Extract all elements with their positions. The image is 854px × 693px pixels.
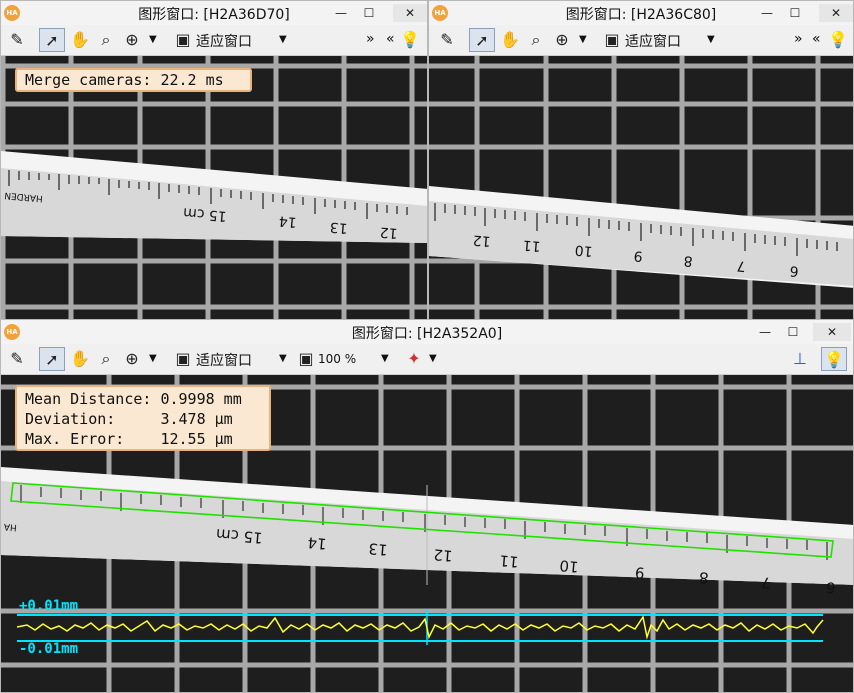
zoom-in-icon[interactable]: ⊕ — [551, 28, 573, 52]
ruler-label: 10 — [574, 241, 593, 258]
chevron-down-icon[interactable]: ▼ — [707, 29, 715, 51]
graphics-window-3: HA 图形窗口: [H2A352A0] — ☐ ✕ ✎ ➚ ✋ ⌕ ⊕ ▼ ▣ … — [0, 319, 854, 693]
pointer-icon[interactable]: ➚ — [39, 347, 65, 371]
window-title: 图形窗口: [H2A352A0] — [351, 326, 503, 342]
chevron-down-icon[interactable]: ▼ — [429, 348, 437, 370]
ruler-label: 7 — [736, 257, 746, 274]
toolbar: ✎ ➚ ✋ ⌕ ⊕ ▼ ▣ 适应窗口 ▼ » « 💡 — [429, 25, 853, 56]
close-button[interactable]: ✕ — [813, 323, 851, 341]
zoom-in-icon[interactable]: ⊕ — [121, 28, 143, 52]
magnifier-icon[interactable]: ⌕ — [95, 28, 117, 52]
more-tools-right[interactable]: » — [366, 31, 375, 47]
ruler-label: 12 — [472, 231, 491, 248]
chevron-down-icon[interactable]: ▼ — [149, 348, 157, 370]
zoom-in-icon[interactable]: ⊕ — [121, 347, 143, 371]
ruler-label: 13 — [329, 218, 348, 235]
mean-distance-row: Mean Distance: 0.9998 mm — [25, 390, 242, 408]
fit-window-icon[interactable]: ▣ — [172, 347, 194, 371]
pointer-icon[interactable]: ➚ — [469, 28, 495, 52]
upper-tolerance-label: +0.01mm — [19, 598, 79, 614]
fit-window-icon[interactable]: ▣ — [172, 28, 194, 52]
zoom-image-icon[interactable]: ▣ — [295, 347, 317, 371]
fit-window-label[interactable]: 适应窗口 — [625, 31, 681, 51]
maximize-button[interactable]: ☐ — [357, 4, 381, 22]
hand-icon[interactable]: ✋ — [499, 28, 521, 52]
ruler-brand: HA — [3, 521, 18, 532]
image-canvas[interactable]: 15 cm 14 13 12 HARDEN Merge cameras: 22.… — [1, 56, 427, 322]
chevron-down-icon[interactable]: ▼ — [149, 29, 157, 51]
minimize-button[interactable]: — — [329, 4, 353, 22]
overlay-line: Merge cameras: 22.2 ms — [25, 71, 224, 89]
ruler-label: 10 — [559, 556, 580, 576]
ruler-label: 8 — [698, 568, 709, 587]
title-bar[interactable]: HA 图形窗口: [H2A352A0] — ☐ ✕ — [1, 320, 853, 344]
chevron-down-icon[interactable]: ▼ — [381, 348, 389, 370]
ruler-label: 11 — [499, 551, 520, 571]
magnifier-icon[interactable]: ⌕ — [525, 28, 547, 52]
hand-icon[interactable]: ✋ — [69, 347, 91, 371]
deviation-curve — [16, 615, 824, 640]
ruler-label: 6 — [789, 262, 799, 279]
ruler-label: 7 — [760, 573, 771, 592]
lower-tolerance-label: -0.01mm — [19, 641, 79, 657]
maximize-button[interactable]: ☐ — [783, 4, 807, 22]
title-bar[interactable]: HA 图形窗口: [H2A36C80] — ☐ ✕ — [429, 1, 853, 25]
ruler-label: 14 — [307, 533, 328, 553]
lightbulb-icon[interactable]: 💡 — [399, 28, 421, 52]
toolbar: ✎ ➚ ✋ ⌕ ⊕ ▼ ▣ 适应窗口 ▼ ▣ 100 % ▼ ✦ ▼ ⊥ 💡 — [1, 344, 853, 375]
minimize-button[interactable]: — — [753, 323, 777, 341]
lightbulb-icon[interactable]: 💡 — [821, 347, 847, 371]
title-bar[interactable]: HA 图形窗口: [H2A36D70] — ☐ ✕ — [1, 1, 427, 25]
coordinate-axes-icon[interactable]: ⊥ — [789, 347, 811, 371]
magnifier-icon[interactable]: ⌕ — [95, 347, 117, 371]
graphics-window-2: HA 图形窗口: [H2A36C80] — ☐ ✕ ✎ ➚ ✋ ⌕ ⊕ ▼ ▣ … — [428, 0, 854, 323]
lightbulb-icon[interactable]: 💡 — [827, 28, 849, 52]
ruler-label: 13 — [368, 539, 389, 559]
ruler-label: 12 — [433, 545, 454, 565]
more-tools-left[interactable]: « — [812, 31, 821, 47]
more-tools-left[interactable]: « — [386, 31, 395, 47]
chevron-down-icon[interactable]: ▼ — [279, 29, 287, 51]
close-button[interactable]: ✕ — [819, 4, 853, 22]
graphics-window-1: HA 图形窗口: [H2A36D70] — ☐ ✕ ✎ ➚ ✋ ⌕ ⊕ ▼ ▣ … — [0, 0, 428, 323]
ruler-label: 6 — [825, 578, 836, 597]
timing-overlay: Merge cameras: 22.2 ms — [15, 68, 252, 92]
image-canvas[interactable]: 12 11 10 9 8 7 6 — [429, 56, 853, 322]
ruler-label: 8 — [683, 252, 693, 269]
pointer-icon[interactable]: ➚ — [39, 28, 65, 52]
ruler-label: 14 — [278, 212, 297, 229]
ruler-label: 11 — [522, 236, 541, 253]
chevron-down-icon[interactable]: ▼ — [279, 348, 287, 370]
fit-window-icon[interactable]: ▣ — [601, 28, 623, 52]
close-button[interactable]: ✕ — [393, 4, 427, 22]
fit-window-label[interactable]: 适应窗口 — [196, 350, 252, 370]
ruler-label: 9 — [634, 563, 645, 582]
minimize-button[interactable]: — — [755, 4, 779, 22]
pencil-icon[interactable]: ✎ — [5, 347, 29, 371]
zoom-level[interactable]: 100 % — [318, 352, 356, 366]
pencil-icon[interactable]: ✎ — [435, 28, 459, 52]
image-canvas[interactable]: 15 cm 14 13 12 11 10 9 8 7 6 HA Mean Dis… — [1, 375, 853, 692]
deviation-row: Deviation: 3.478 µm — [25, 410, 233, 428]
pencil-icon[interactable]: ✎ — [5, 28, 29, 52]
color-picker-icon[interactable]: ✦ — [403, 347, 425, 371]
fit-window-label[interactable]: 适应窗口 — [196, 31, 252, 51]
toolbar: ✎ ➚ ✋ ⌕ ⊕ ▼ ▣ 适应窗口 ▼ » « 💡 — [1, 25, 427, 56]
max-error-row: Max. Error: 12.55 µm — [25, 430, 233, 448]
ruler-label: 9 — [633, 247, 643, 264]
hand-icon[interactable]: ✋ — [69, 28, 91, 52]
maximize-button[interactable]: ☐ — [781, 323, 805, 341]
more-tools-right[interactable]: » — [794, 31, 803, 47]
ruler-label: 12 — [379, 223, 398, 240]
chevron-down-icon[interactable]: ▼ — [579, 29, 587, 51]
measurement-overlay: Mean Distance: 0.9998 mm Deviation: 3.47… — [15, 385, 271, 451]
